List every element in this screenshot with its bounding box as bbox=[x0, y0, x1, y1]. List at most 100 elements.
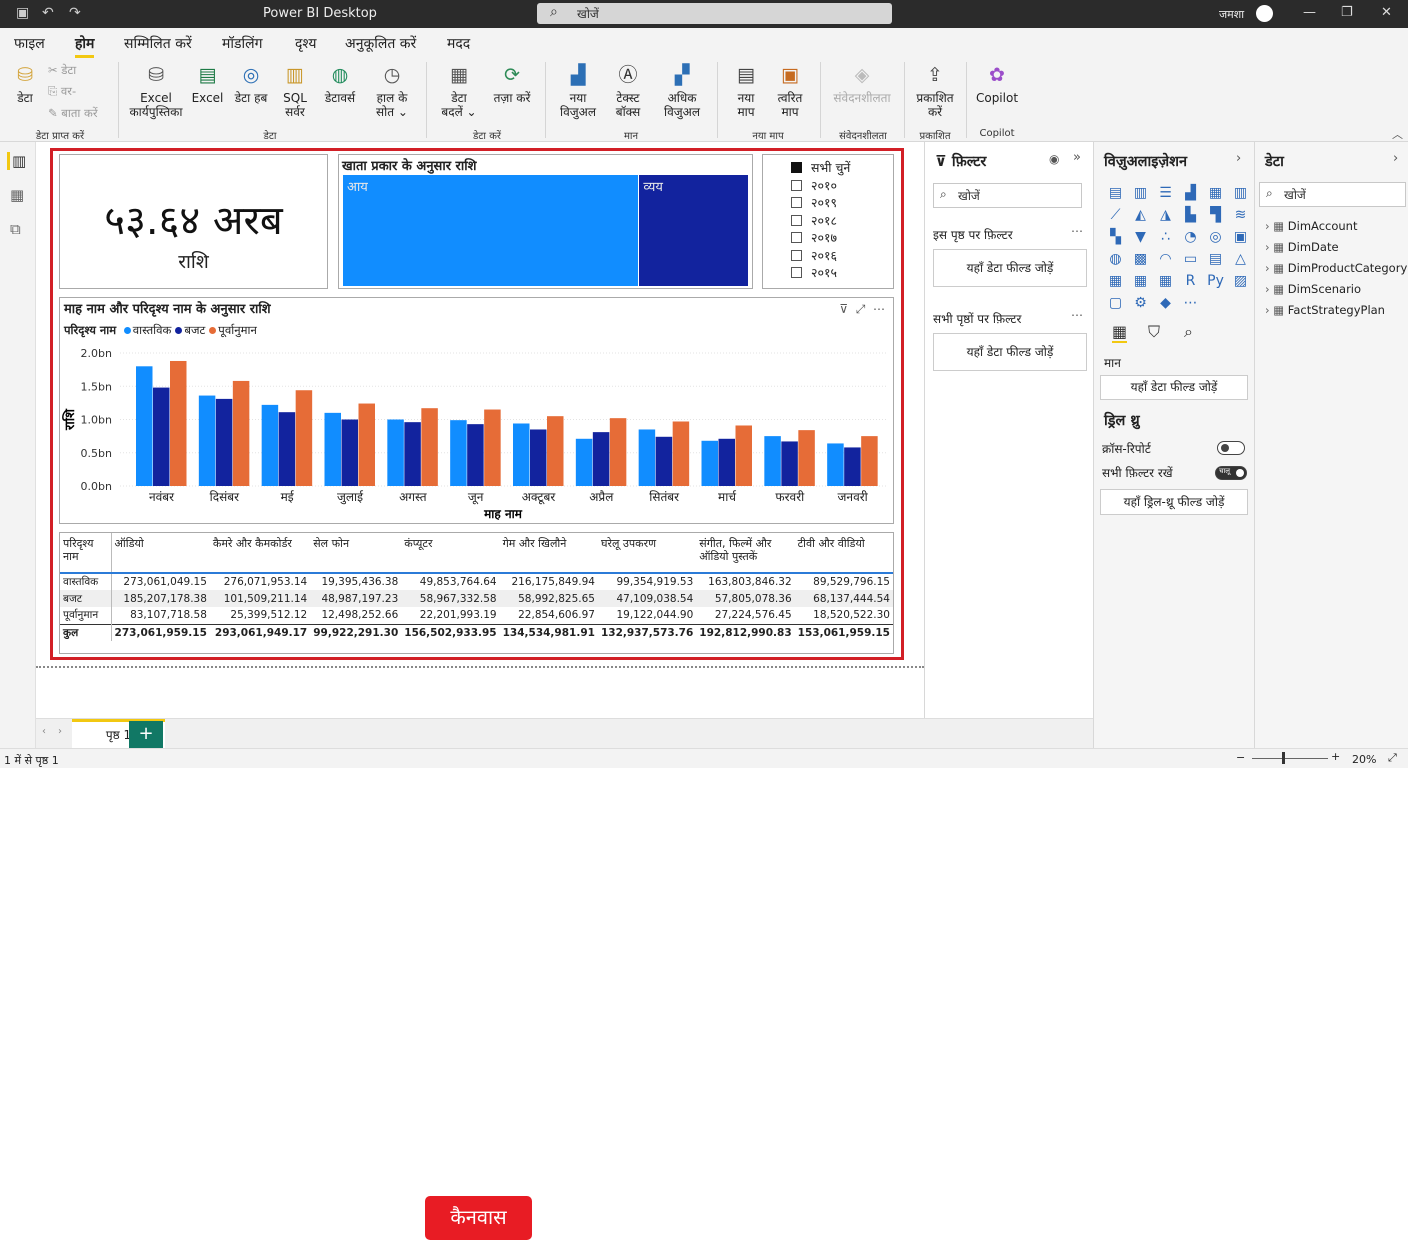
slicer-item[interactable]: २०१० bbox=[791, 177, 893, 195]
bar[interactable] bbox=[547, 416, 564, 486]
title-search[interactable]: ⌕ खोजें bbox=[537, 3, 892, 24]
model-view-icon[interactable]: ⧉ bbox=[10, 220, 21, 238]
treemap-tile[interactable]: आय bbox=[343, 175, 640, 286]
data-table-item[interactable]: › ▦ DimDate bbox=[1265, 240, 1339, 254]
more-visuals-button[interactable]: ▞ अधिक विजुअल bbox=[658, 62, 706, 119]
menu-file[interactable]: फाइल bbox=[14, 34, 45, 53]
zoom-thumb[interactable] bbox=[1282, 752, 1285, 764]
multirow-card-icon[interactable]: ▤ bbox=[1203, 248, 1228, 270]
matrix-header-cell[interactable]: कैमरे और कैमकोर्डर bbox=[209, 533, 311, 574]
filters-search[interactable]: ⌕ खोजें bbox=[933, 183, 1082, 208]
slicer-item[interactable]: २०१९ bbox=[791, 194, 893, 212]
bar[interactable] bbox=[170, 360, 187, 486]
bar[interactable] bbox=[592, 432, 610, 486]
eye-icon[interactable]: ◉ bbox=[1049, 152, 1059, 166]
page-filter-drop[interactable]: यहाँ डेटा फील्ड जोड़ें bbox=[933, 249, 1087, 287]
bar[interactable] bbox=[153, 387, 170, 486]
slicer-item[interactable]: २०१७ bbox=[791, 229, 893, 247]
stacked-100-bar-icon[interactable]: ▦ bbox=[1203, 182, 1228, 204]
bar[interactable] bbox=[341, 419, 359, 487]
matrix-header-cell[interactable]: परिदृश्य नाम bbox=[60, 533, 112, 574]
bar[interactable] bbox=[672, 421, 690, 486]
zoom-slider[interactable] bbox=[1252, 758, 1328, 759]
menu-customize[interactable]: अनुकूलित करें bbox=[345, 34, 416, 53]
slicer-item[interactable]: २०१८ bbox=[791, 212, 893, 230]
kpi-icon[interactable]: △ bbox=[1228, 248, 1253, 270]
analytics-icon[interactable]: ⌕ bbox=[1184, 322, 1193, 342]
minimize-icon[interactable]: — bbox=[1303, 5, 1316, 20]
checkbox[interactable] bbox=[791, 267, 802, 278]
bar[interactable] bbox=[467, 424, 484, 486]
matrix-icon[interactable]: ▦ bbox=[1153, 270, 1178, 292]
gauge-icon[interactable]: ◠ bbox=[1153, 248, 1178, 270]
bar[interactable] bbox=[575, 438, 593, 486]
dataverse-button[interactable]: ◍ डेटावर्स bbox=[318, 62, 362, 105]
sensitivity-button[interactable]: ◈ संवेदनशीलता bbox=[826, 62, 898, 105]
avatar[interactable] bbox=[1256, 5, 1273, 22]
data-table-item[interactable]: › ▦ DimAccount bbox=[1265, 219, 1357, 233]
collapse-pane-icon[interactable]: » bbox=[1073, 150, 1081, 165]
bar[interactable] bbox=[798, 430, 815, 486]
bar[interactable] bbox=[638, 429, 656, 486]
donut-icon[interactable]: ◎ bbox=[1203, 226, 1228, 248]
all-filter-drop[interactable]: यहाँ डेटा फील्ड जोड़ें bbox=[933, 333, 1087, 371]
filled-map-icon[interactable]: ▩ bbox=[1128, 248, 1153, 270]
matrix-header-cell[interactable]: टीवी और वीडियो bbox=[794, 533, 893, 574]
menu-modeling[interactable]: मॉडलिंग bbox=[222, 34, 263, 53]
checkbox[interactable] bbox=[791, 197, 802, 208]
r-visual-icon[interactable]: R bbox=[1178, 270, 1203, 292]
checkbox[interactable] bbox=[791, 162, 802, 173]
stacked-bar-icon[interactable]: ▤ bbox=[1103, 182, 1128, 204]
get-data-button[interactable]: ⛁ डेटा bbox=[10, 62, 40, 105]
zoom-out-icon[interactable]: − bbox=[1236, 751, 1245, 764]
column-icon[interactable]: ▥ bbox=[1128, 182, 1153, 204]
chevron-right-icon[interactable]: › bbox=[1393, 151, 1398, 166]
prev-page-icon[interactable]: ‹ bbox=[42, 726, 46, 737]
data-table-item[interactable]: › ▦ DimScenario bbox=[1265, 282, 1361, 296]
bar[interactable] bbox=[861, 436, 878, 486]
bar[interactable] bbox=[718, 438, 736, 486]
key-influencers-icon[interactable]: ▨ bbox=[1228, 270, 1253, 292]
bar[interactable] bbox=[450, 420, 467, 486]
recent-sources-button[interactable]: ◷ हाल के सोत ⌄ bbox=[368, 62, 416, 119]
focus-mode-icon[interactable]: ⤢ bbox=[856, 302, 866, 316]
cut-button[interactable]: ✂ डेटा bbox=[48, 63, 76, 78]
transform-data-button[interactable]: ▦ डेटा बदलें ⌄ bbox=[436, 62, 482, 119]
collapse-ribbon-icon[interactable]: ︿ bbox=[1392, 126, 1403, 142]
matrix-header-cell[interactable]: ऑडियो bbox=[111, 533, 210, 574]
keep-filters-toggle[interactable]: चालू bbox=[1215, 466, 1247, 480]
bar[interactable] bbox=[735, 425, 753, 486]
scatter-icon[interactable]: ∴ bbox=[1153, 226, 1178, 248]
bar[interactable] bbox=[215, 398, 233, 486]
pie-icon[interactable]: ◔ bbox=[1178, 226, 1203, 248]
close-icon[interactable]: ✕ bbox=[1381, 5, 1392, 20]
checkbox[interactable] bbox=[791, 249, 802, 261]
python-icon[interactable]: Py bbox=[1203, 270, 1228, 292]
matrix-header-cell[interactable]: कंप्यूटर bbox=[401, 533, 500, 574]
excel-workbook-button[interactable]: ⛁ Excel कार्यपुस्तिका bbox=[122, 62, 190, 119]
slicer-icon[interactable]: ▦ bbox=[1103, 270, 1128, 292]
menu-insert[interactable]: सम्मिलित करें bbox=[124, 34, 192, 53]
bar[interactable] bbox=[764, 436, 781, 486]
column-chart-visual[interactable]: माह नाम और परिदृश्य नाम के अनुसार राशि ⊽… bbox=[59, 297, 894, 524]
kpi-card[interactable]: ५३.६४ अरब राशि bbox=[59, 154, 328, 289]
stacked-area-icon[interactable]: ◮ bbox=[1153, 204, 1178, 226]
maximize-icon[interactable]: ❐ bbox=[1341, 5, 1353, 20]
next-page-icon[interactable]: › bbox=[58, 726, 62, 737]
drill-through-drop[interactable]: यहाँ ड्रिल-थ्रू फील्ड जोड़ें bbox=[1100, 489, 1248, 515]
bar[interactable] bbox=[261, 404, 279, 486]
sql-server-button[interactable]: ▥ SQL सर्वर bbox=[278, 62, 312, 119]
bar[interactable] bbox=[295, 390, 313, 486]
copy-button[interactable]: ⎘ वर- bbox=[48, 84, 76, 99]
bar[interactable] bbox=[136, 366, 153, 486]
report-view-icon[interactable]: ▥ bbox=[7, 152, 26, 170]
add-page-button[interactable]: + bbox=[129, 721, 163, 748]
table-icon[interactable]: ▦ bbox=[1128, 270, 1153, 292]
checkbox[interactable] bbox=[791, 214, 802, 226]
matrix-header-cell[interactable]: घरेलू उपकरण bbox=[597, 533, 697, 574]
data-hub-button[interactable]: ◎ डेटा हब bbox=[228, 62, 274, 105]
slicer-item[interactable]: सभी चुनें bbox=[791, 159, 893, 177]
refresh-button[interactable]: ⟳ तज़ा करें bbox=[488, 62, 536, 105]
checkbox[interactable] bbox=[791, 179, 802, 191]
more-options-icon[interactable]: ⋯ bbox=[873, 302, 885, 316]
